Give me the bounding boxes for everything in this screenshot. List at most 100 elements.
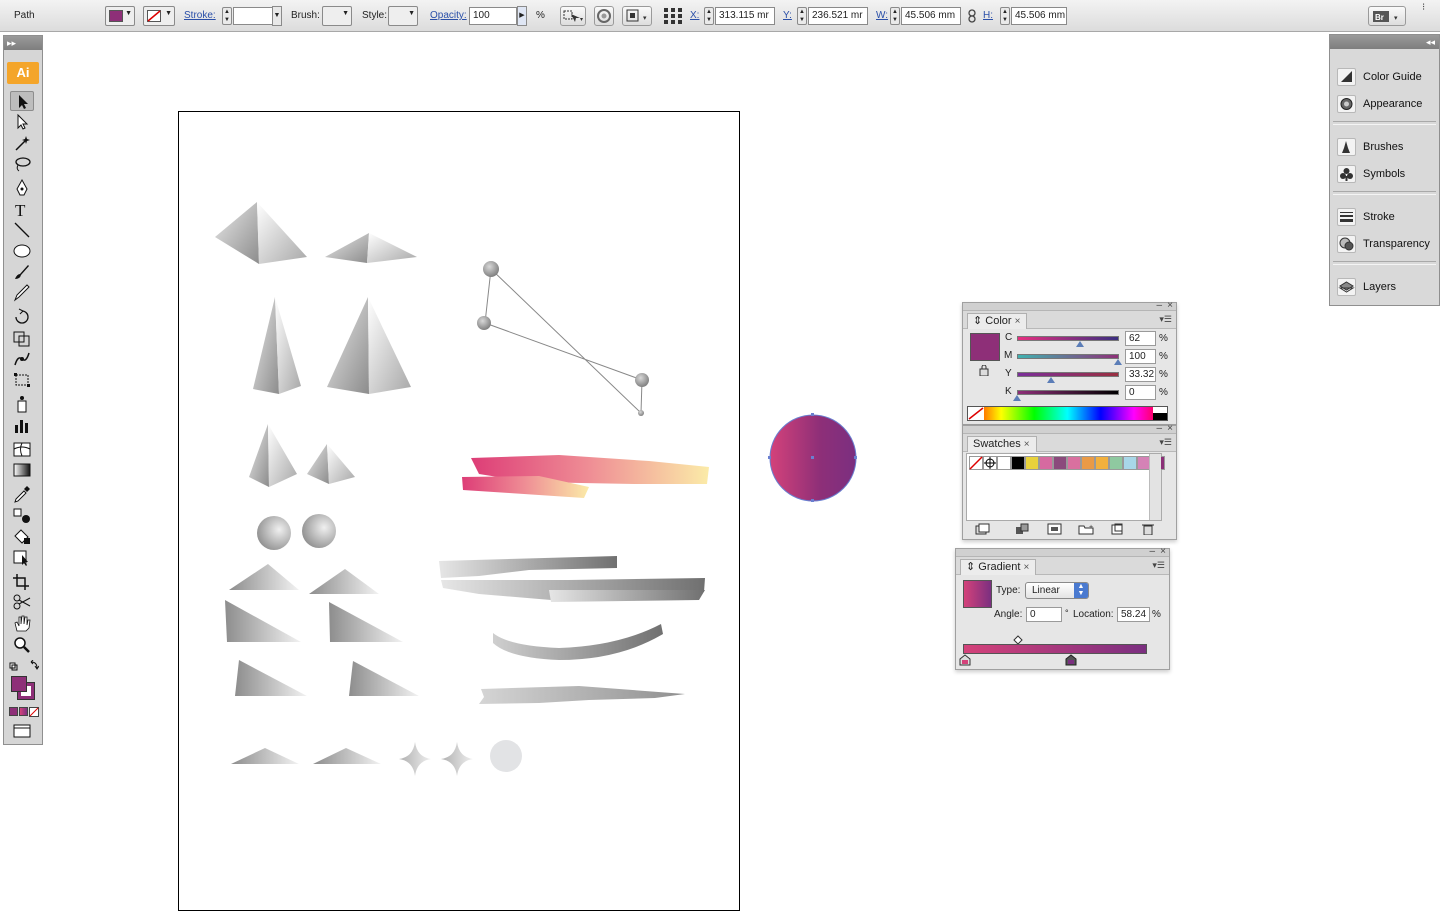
h-input[interactable]: 45.506 mm [1011,7,1067,25]
swatches-scrollbar[interactable] [1149,454,1161,520]
none-mode-button[interactable] [29,707,39,717]
live-paint-selection-tool-icon[interactable] [10,547,34,567]
registration-swatch[interactable] [983,456,997,470]
column-graph-tool-icon[interactable] [10,415,34,435]
color-swatch[interactable] [1011,456,1025,470]
location-input[interactable]: 58.24 [1117,607,1150,622]
dock-item-transparency[interactable]: Transparency [1334,232,1435,256]
pen-tool-icon[interactable] [10,178,34,198]
pyramid-shape[interactable] [327,297,411,394]
swatch-options-icon[interactable] [1047,523,1063,535]
close-icon[interactable]: × [1160,546,1166,557]
channel-c-slider[interactable] [1017,336,1119,341]
minimize-icon[interactable]: – [1156,300,1162,311]
paintbrush-tool-icon[interactable] [10,262,34,282]
hand-tool-icon[interactable] [10,613,34,633]
sphere-shape[interactable] [302,514,336,548]
triangle-shape[interactable] [349,661,419,696]
color-swatch[interactable] [1081,456,1095,470]
tab-gradient[interactable]: ⇕ Gradient × [960,559,1037,575]
channel-m-thumb[interactable] [1114,359,1122,365]
opacity-input[interactable]: 100 [469,7,517,25]
gradient-type-select[interactable]: Linear ▲ ▼ [1025,582,1089,599]
color-swatch[interactable] [997,456,1011,470]
circle-shape[interactable] [490,740,522,772]
stroke-label[interactable]: Stroke: [184,7,216,25]
fill-stroke-swatches[interactable] [10,675,38,701]
channel-c-input[interactable]: 62 [1125,331,1156,346]
control-bar-menu-icon[interactable]: ⁝ [1422,2,1425,13]
out-of-gamut-icon[interactable] [979,365,989,376]
y-stepper[interactable]: ▲ ▼ [797,7,807,25]
midpoint-diamond-icon[interactable] [1013,635,1023,644]
free-transform-tool-icon[interactable] [10,370,34,390]
new-swatch-icon[interactable] [1111,523,1125,535]
channel-m-input[interactable]: 100 [1125,349,1156,364]
gradient-stop-start[interactable] [959,654,971,666]
dock-item-color-guide[interactable]: Color Guide [1334,65,1435,89]
direct-selection-tool-icon[interactable] [10,112,34,132]
path-diagram[interactable] [477,261,649,416]
crop-area-tool-icon[interactable] [10,571,34,591]
pyramid-shape[interactable] [215,202,307,264]
live-paint-bucket-tool-icon[interactable] [10,526,34,546]
lasso-tool-icon[interactable] [10,154,34,174]
triangle-shape[interactable] [225,600,301,642]
channel-y-thumb[interactable] [1047,377,1055,383]
tab-swatches[interactable]: Swatches × [967,436,1037,452]
dock-item-brushes[interactable]: Brushes [1334,135,1435,159]
gradient-stop-end[interactable] [1065,654,1077,666]
channel-y-slider[interactable] [1017,372,1119,377]
stroke-weight-dropdown[interactable]: ▼ [272,6,282,26]
w-input[interactable]: 45.506 mm [901,7,961,25]
fill-color-dropdown[interactable]: ▼ [105,6,135,26]
swatch-libraries-icon[interactable] [975,523,991,535]
bridge-button[interactable]: Br ▾ [1368,6,1406,26]
dock-collapse-button[interactable]: ◂◂ [1426,37,1435,47]
channel-c-thumb[interactable] [1076,341,1084,347]
blend-tool-icon[interactable] [10,505,34,525]
color-mode-button[interactable] [9,707,18,716]
dock-item-appearance[interactable]: Appearance [1334,92,1435,116]
selection-tool-icon[interactable] [10,91,34,111]
color-swatch[interactable] [1053,456,1067,470]
triangle-shape[interactable] [313,748,381,764]
default-fill-stroke-icon[interactable] [9,660,39,672]
opacity-label[interactable]: Opacity: [430,7,467,25]
panel-menu-icon[interactable]: ▾☰ [1152,560,1165,571]
x-label[interactable]: X: [690,7,699,25]
y-label[interactable]: Y: [783,7,792,25]
triangle-shape[interactable] [231,748,299,764]
pencil-tool-icon[interactable] [10,283,34,303]
none-color-icon[interactable] [968,407,984,420]
type-tool-icon[interactable]: T [10,199,34,220]
magic-wand-tool-icon[interactable] [10,133,34,153]
x-input[interactable]: 313.115 mr [715,7,775,25]
dock-item-symbols[interactable]: Symbols [1334,162,1435,186]
color-swatch[interactable] [1067,456,1081,470]
zoom-tool-icon[interactable] [10,634,34,654]
trash-icon[interactable] [1141,523,1155,535]
close-tab-icon[interactable]: × [1015,316,1021,327]
transform-reference-point-icon[interactable] [662,7,684,25]
fill-color-preview[interactable] [970,333,1000,361]
eyedropper-tool-icon[interactable] [10,484,34,504]
sphere-shape[interactable] [257,516,291,550]
sparkle-shape[interactable] [399,742,431,776]
color-swatch[interactable] [1025,456,1039,470]
channel-y-input[interactable]: 33.32 [1125,367,1156,382]
tab-color[interactable]: ⇕ Color × [967,313,1028,329]
gradient-tool-icon[interactable] [10,460,34,480]
align-options-button[interactable]: ▾ [622,6,652,26]
close-icon[interactable]: × [1167,423,1173,434]
channel-k-slider[interactable] [1017,390,1119,395]
selected-gradient-circle[interactable] [765,410,861,506]
panel-menu-icon[interactable]: ▾☰ [1159,437,1172,448]
angle-input[interactable]: 0 [1026,607,1062,622]
pyramid-shape[interactable] [249,424,297,487]
color-swatch[interactable] [1039,456,1053,470]
select-similar-button[interactable]: ▾ [560,6,586,26]
color-swatch[interactable] [1123,456,1137,470]
stroke-weight-input[interactable] [233,7,273,25]
triangle-shape[interactable] [309,569,379,594]
